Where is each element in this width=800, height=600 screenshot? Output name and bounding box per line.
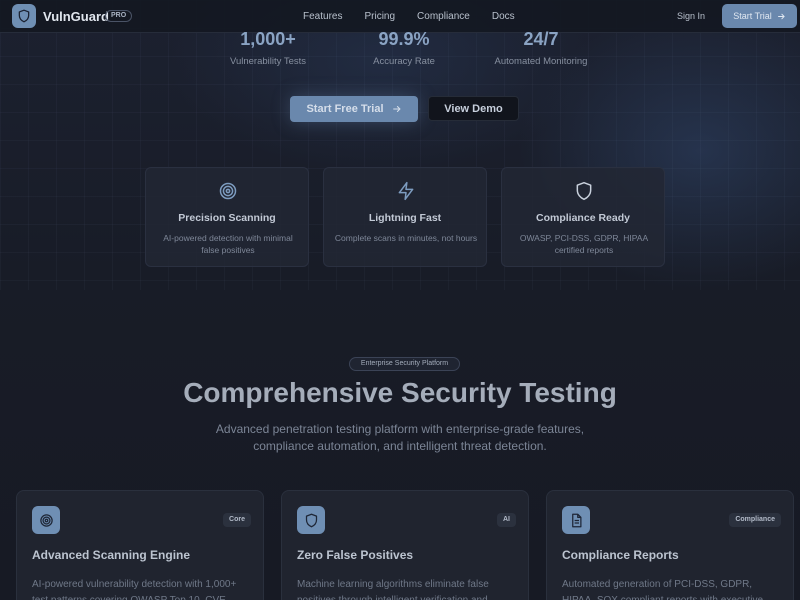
card-desc: AI-powered vulnerability detection with … — [32, 579, 237, 600]
start-free-trial-label: Start Free Trial — [306, 103, 384, 115]
feature-desc: AI-powered detection with minimal false … — [163, 233, 293, 255]
logo[interactable] — [12, 4, 36, 28]
card-title: Compliance Reports — [562, 548, 679, 562]
card-icon-box — [32, 506, 60, 534]
section-subtitle: Advanced penetration testing platform wi… — [215, 422, 585, 453]
arrow-right-icon — [392, 105, 401, 113]
stat-label: Accuracy Rate — [373, 56, 435, 67]
card-scanning-engine[interactable]: Core Advanced Scanning Engine AI-powered… — [16, 490, 264, 600]
sign-in-link[interactable]: Sign In — [677, 11, 705, 21]
feature-title: Compliance Ready — [536, 212, 630, 224]
stat-tests: 1,000+ Vulnerability Tests — [218, 30, 318, 67]
stat-label: Automated Monitoring — [494, 56, 588, 67]
view-demo-button[interactable]: View Demo — [428, 96, 519, 121]
feature-card-compliance: Compliance Ready OWASP, PCI-DSS, GDPR, H… — [501, 167, 665, 267]
feature-title: Precision Scanning — [178, 212, 276, 224]
nav-link-pricing[interactable]: Pricing — [364, 11, 395, 22]
nav-link-compliance[interactable]: Compliance — [417, 11, 470, 22]
start-free-trial-button[interactable]: Start Free Trial — [290, 96, 418, 122]
feature-desc: Complete scans in minutes, not hours — [334, 233, 478, 243]
card-tag: Compliance — [729, 513, 781, 527]
pro-badge: PRO — [105, 10, 133, 22]
target-icon — [39, 513, 53, 527]
stat-monitoring: 24/7 Automated Monitoring — [481, 30, 601, 67]
start-trial-button[interactable]: Start Trial — [722, 4, 797, 28]
card-desc: Automated generation of PCI-DSS, GDPR, H… — [562, 579, 763, 600]
card-icon-box — [297, 506, 325, 534]
feature-card-fast: Lightning Fast Complete scans in minutes… — [323, 167, 487, 267]
feature-desc: OWASP, PCI-DSS, GDPR, HIPAA certified re… — [519, 233, 649, 255]
stat-value: 1,000+ — [240, 29, 296, 49]
shield-icon — [576, 181, 592, 201]
card-icon-box — [562, 506, 590, 534]
nav-link-features[interactable]: Features — [303, 11, 342, 22]
card-tag: Core — [223, 513, 251, 527]
stat-label: Vulnerability Tests — [229, 56, 307, 67]
shield-icon — [18, 9, 30, 23]
feature-title: Lightning Fast — [368, 212, 442, 224]
section-badge: Enterprise Security Platform — [349, 357, 460, 371]
shield-icon — [305, 513, 317, 527]
nav-link-docs[interactable]: Docs — [492, 11, 515, 22]
brand-name: VulnGuard — [43, 9, 109, 24]
arrow-right-icon — [777, 13, 785, 19]
start-trial-label: Start Trial — [733, 11, 772, 21]
target-icon — [219, 182, 237, 200]
feature-card-precision: Precision Scanning AI-powered detection … — [145, 167, 309, 267]
section-title: Comprehensive Security Testing — [183, 377, 617, 408]
card-title: Advanced Scanning Engine — [32, 548, 191, 562]
view-demo-label: View Demo — [444, 102, 503, 115]
card-compliance-reports[interactable]: Compliance Compliance Reports Automated … — [546, 490, 794, 600]
nav-links: Features Pricing Compliance Docs — [303, 11, 537, 22]
stat-value: 99.9% — [378, 29, 430, 49]
document-icon — [571, 513, 581, 527]
card-title: Zero False Positives — [297, 548, 414, 562]
lightning-icon — [398, 181, 414, 201]
stat-value: 24/7 — [523, 29, 559, 49]
card-tag: AI — [497, 513, 516, 527]
card-zero-false-positives[interactable]: AI Zero False Positives Machine learning… — [281, 490, 529, 600]
stat-accuracy: 99.9% Accuracy Rate — [354, 30, 454, 67]
card-desc: Machine learning algorithms eliminate fa… — [297, 579, 489, 600]
